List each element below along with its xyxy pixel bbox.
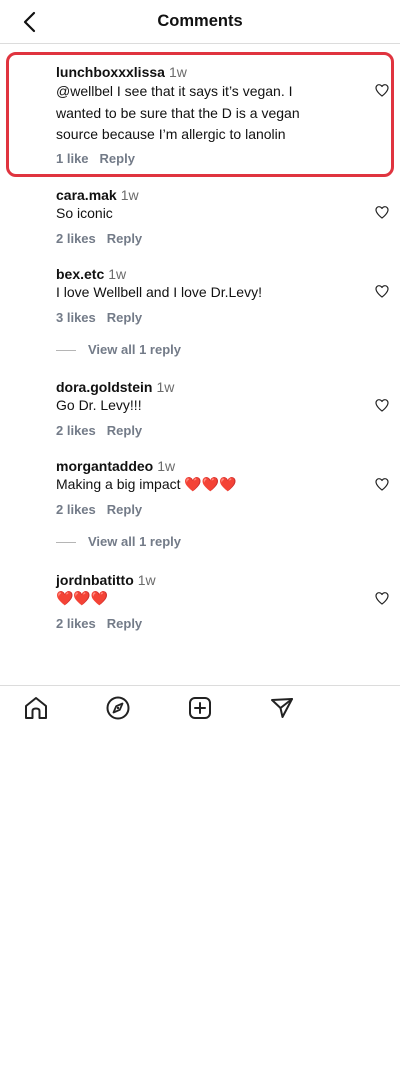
header-bar: Comments [0,0,400,44]
comment-username[interactable]: cara.mak [56,187,117,203]
send-icon [271,698,293,718]
like-heart-icon[interactable] [374,476,390,492]
comment-text: Go Dr. Levy!!! [56,397,142,413]
like-heart-icon[interactable] [374,590,390,606]
page-title: Comments [157,12,243,30]
comment-item: morgantaddeo 1w Making a big impact ❤️❤️❤… [56,457,376,519]
like-heart-icon[interactable] [374,283,390,299]
comment-username[interactable]: jordnbatitto [56,572,134,588]
nav-home-button[interactable] [23,695,49,721]
comment-time: 1w [157,458,176,474]
like-heart-icon[interactable] [374,397,390,413]
comment-item: dora.goldstein 1w Go Dr. Levy!!! 2 likes R… [56,378,376,440]
nav-explore-button[interactable] [105,695,131,721]
bottom-nav [0,685,400,731]
comment-item: lunchboxxxlissa 1w @wellbel I see that it… [56,63,376,168]
comment-text: I love Wellbell and I love Dr.Levy! [56,284,262,300]
comment-time: 1w [156,379,175,395]
comment-text-line: source because I’m allergic to lanolin [56,126,286,142]
comment-item: bex.etc 1w I love Wellbell and I love Dr.… [56,265,376,327]
comment-text-line: @wellbel I see that it says it’s vegan. … [56,83,293,99]
comment-text: ❤️❤️❤️ [56,590,109,606]
divider-line [56,350,76,352]
comment-time: 1w [137,572,156,588]
comment-likes[interactable]: 1 like [56,150,89,168]
view-replies-button[interactable]: View all 1 reply [56,533,256,551]
comment-likes[interactable]: 3 likes [56,309,96,327]
comment-username[interactable]: bex.etc [56,266,104,282]
reply-button[interactable]: Reply [107,230,142,248]
nav-send-button[interactable] [269,695,295,721]
comment-likes[interactable]: 2 likes [56,501,96,519]
create-icon [189,697,211,719]
comment-time: 1w [168,64,187,80]
reply-button[interactable]: Reply [107,422,142,440]
reply-button[interactable]: Reply [100,150,135,168]
reply-button[interactable]: Reply [107,615,142,633]
reply-button[interactable]: Reply [107,309,142,327]
comment-text-line: wanted to be sure that the D is a vegan [56,104,300,121]
comment-text: Making a big impact ❤️❤️❤️ [56,476,237,492]
like-heart-icon[interactable] [374,82,390,98]
comment-time: 1w [120,187,139,203]
like-heart-icon[interactable] [374,204,390,220]
view-replies-label: View all 1 reply [88,342,181,357]
divider-line [56,542,76,544]
reply-button[interactable]: Reply [107,501,142,519]
comment-username[interactable]: dora.goldstein [56,379,152,395]
comment-username[interactable]: morgantaddeo [56,458,153,474]
comment-likes[interactable]: 2 likes [56,230,96,248]
home-icon [25,697,47,719]
comment-text: So iconic [56,205,113,221]
comment-likes[interactable]: 2 likes [56,615,96,633]
view-replies-label: View all 1 reply [88,534,181,549]
comment-item: jordnbatitto 1w ❤️❤️❤️ 2 likes Reply [56,571,376,633]
comment-time: 1w [108,266,127,282]
view-replies-button[interactable]: View all 1 reply [56,341,256,359]
comment-text: @wellbel I see that it says it’s vegan. … [56,81,376,146]
comment-likes[interactable]: 2 likes [56,422,96,440]
comment-item: cara.mak 1w So iconic 2 likes Reply [56,186,376,248]
nav-create-button[interactable] [187,695,213,721]
comment-username[interactable]: lunchboxxxlissa [56,64,165,80]
explore-icon [106,696,130,720]
